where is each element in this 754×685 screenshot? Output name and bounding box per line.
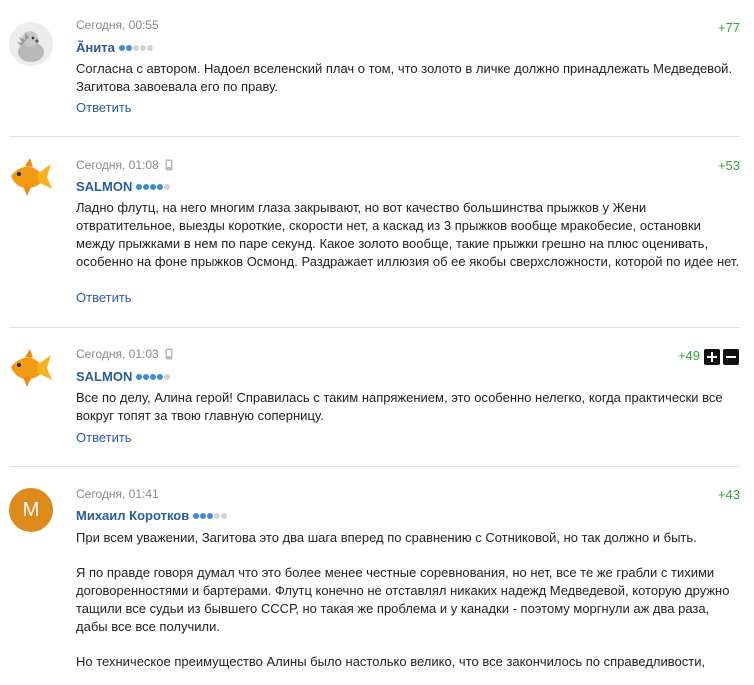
rating-dot <box>136 374 143 380</box>
comment-author[interactable]: SALMON <box>76 178 171 195</box>
rating-dot <box>157 374 164 380</box>
comments-feed: Сегодня, 00:55 Ãнита +77 Согласна с авто… <box>0 0 754 669</box>
comment-score: +77 <box>717 20 740 35</box>
comment-paragraph: Я по правде говоря думал что это более м… <box>76 565 730 634</box>
comment-paragraph: При всем уважении, Загитова это два шага… <box>76 530 697 545</box>
rating-dot <box>207 513 214 519</box>
comment-paragraph: Ладно флутц, на него многим глаза закрыв… <box>76 200 740 269</box>
vote-buttons <box>704 349 740 365</box>
rating-dot <box>214 513 221 519</box>
divider <box>9 327 740 328</box>
comment-author[interactable]: SALMON <box>76 368 171 385</box>
rating-dot <box>146 45 153 51</box>
rating-dot <box>143 184 150 190</box>
rating-dot <box>164 184 171 190</box>
comment-text: Все по делу, Алина герой! Справилась с т… <box>76 389 741 439</box>
rating-dots <box>136 178 171 194</box>
rating-dot <box>200 513 207 519</box>
rating-dot <box>150 374 157 380</box>
rating-dots <box>118 39 154 55</box>
rating-dot <box>221 513 228 519</box>
plus-icon <box>707 352 717 362</box>
reply-link[interactable]: Ответить <box>76 430 132 446</box>
comment-paragraph: Но техническое преимущество Алины было н… <box>76 654 706 669</box>
rating-dots <box>193 507 228 523</box>
rating-dot <box>136 184 143 190</box>
avatar-letter: M <box>22 499 40 521</box>
rating-dot <box>164 374 171 380</box>
comment-paragraph: Все по делу, Алина герой! Справилась с т… <box>76 390 723 423</box>
comment-time: Сегодня, 01:08 <box>76 158 173 172</box>
upvote-button[interactable] <box>704 349 720 365</box>
comment-paragraph: Согласна с автором. Надоел вселенский пл… <box>76 61 733 94</box>
comment-time: Сегодня, 00:55 <box>76 18 159 32</box>
comment-time: Сегодня, 01:41 <box>76 487 159 501</box>
divider <box>9 466 740 467</box>
rating-dots <box>136 368 171 384</box>
comment-score: +53 <box>717 158 740 173</box>
rating-dot <box>157 184 164 190</box>
comment-text: Согласна с автором. Надоел вселенский пл… <box>76 60 741 110</box>
rating-dot <box>139 45 146 51</box>
gray-hedgehog-icon <box>9 22 53 66</box>
goldfish-icon <box>11 349 52 387</box>
avatar[interactable] <box>9 347 53 391</box>
goldfish-icon <box>11 158 52 196</box>
rating-dot <box>193 513 200 519</box>
reply-link[interactable]: Ответить <box>76 290 132 306</box>
rating-dot <box>132 45 139 51</box>
rating-dot <box>118 45 125 51</box>
mobile-device-icon <box>165 159 173 171</box>
avatar[interactable] <box>9 22 53 66</box>
rating-dot <box>125 45 132 51</box>
comment-score: +49 <box>677 348 700 363</box>
rating-dot <box>150 184 157 190</box>
minus-icon <box>726 356 736 358</box>
mobile-device-icon <box>165 348 173 360</box>
comment-text: Ладно флутц, на него многим глаза закрыв… <box>76 199 741 285</box>
reply-link[interactable]: Ответить <box>76 100 132 116</box>
avatar[interactable] <box>9 156 53 200</box>
rating-dot <box>143 374 150 380</box>
downvote-button[interactable] <box>723 349 739 365</box>
comment-score: +43 <box>717 487 740 502</box>
avatar[interactable]: M <box>9 488 53 532</box>
comment-text: При всем уважении, Загитова это два шага… <box>76 529 741 685</box>
comment-author[interactable]: Ãнита <box>76 39 154 56</box>
divider <box>9 136 740 137</box>
comment-time: Сегодня, 01:03 <box>76 347 173 361</box>
comment-author[interactable]: Михаил Коротков <box>76 507 228 524</box>
